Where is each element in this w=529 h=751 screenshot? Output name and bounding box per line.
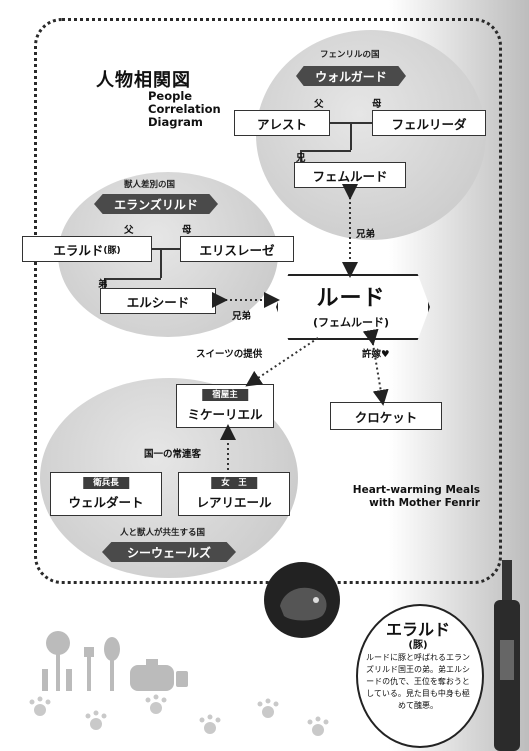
info-sub: (豚) bbox=[408, 640, 428, 651]
paw-prints-icon bbox=[29, 694, 329, 736]
page: 人物相関図 People Correlation Diagram フェンリルの国… bbox=[0, 0, 529, 751]
arrow-sweets bbox=[245, 337, 319, 387]
bottles-icon bbox=[494, 560, 520, 751]
arrow-fiancee bbox=[362, 328, 389, 406]
pig-silhouette-icon bbox=[264, 562, 340, 638]
brand-line-1: Heart-warming Meals bbox=[352, 484, 480, 496]
kitchenware-icon bbox=[42, 631, 188, 691]
brand-line-2: with Mother Fenrir bbox=[369, 497, 480, 509]
series-brand: Heart-warming Meals with Mother Fenrir bbox=[330, 484, 480, 510]
